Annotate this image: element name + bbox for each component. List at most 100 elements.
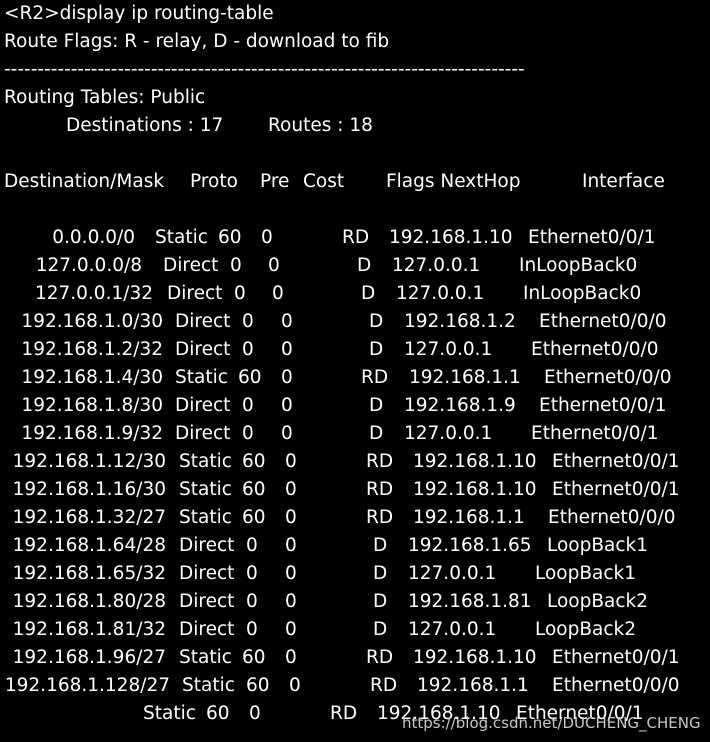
cell-pre: 0 — [246, 619, 258, 640]
table-row: 192.168.1.81/32 Direct 0 0 D 127.0.0.1 LoopBac… — [0, 616, 710, 644]
cell-nexthop: 192.168.1.2 — [404, 311, 516, 332]
cell-destination: 192.168.1.81/32 — [12, 619, 166, 640]
cell-destination: 192.168.1.4/30 — [21, 367, 163, 388]
table-row: 192.168.1.64/28 Direct 0 0 D 192.168.1.65 Loop… — [0, 532, 710, 560]
cell-pre: 0 — [230, 255, 242, 276]
cell-flags: RD — [366, 507, 394, 528]
cell-cost: 0 — [285, 451, 297, 472]
cell-proto: Static — [155, 227, 208, 248]
cell-nexthop: 192.168.1.10 — [413, 647, 537, 668]
cell-iface: Ethernet0/0/1 — [528, 227, 656, 248]
route-flags-legend: Route Flags: R - relay, D - download to … — [4, 31, 390, 52]
table-row: 192.168.1.65/32 Direct 0 0 D 127.0.0.1 LoopBac… — [0, 560, 710, 588]
table-row: 192.168.1.8/30 Direct 0 0 D 192.168.1.9 Ethern… — [0, 392, 710, 420]
cell-flags: D — [369, 339, 384, 360]
cell-pre: 60 — [246, 675, 270, 696]
cell-destination: 192.168.1.65/32 — [12, 563, 166, 584]
header-flags-nexthop: Flags NextHop — [386, 171, 521, 192]
cell-proto: Static — [179, 451, 232, 472]
table-row: 127.0.0.0/8 Direct 0 0 D 127.0.0.1 InLoopBack0 — [0, 252, 710, 280]
cell-flags: D — [357, 255, 372, 276]
cell-cost: 0 — [272, 283, 284, 304]
cell-destination: 192.168.1.128/27 — [4, 675, 170, 696]
cell-proto: Static — [143, 703, 196, 724]
cell-destination: 192.168.1.64/28 — [12, 535, 166, 556]
cell-flags: RD — [342, 227, 370, 248]
cell-iface: Ethernet0/0/0 — [548, 507, 676, 528]
cell-iface: Ethernet0/0/0 — [544, 367, 672, 388]
cell-iface: LoopBack1 — [547, 535, 649, 556]
cell-nexthop: 192.168.1.1 — [413, 507, 525, 528]
cell-cost: 0 — [285, 507, 297, 528]
table-row: 192.168.1.32/27 Static 60 0 RD 192.168.1.1 Eth… — [0, 504, 710, 532]
cell-destination: 0.0.0.0/0 — [52, 227, 135, 248]
cell-flags: RD — [366, 479, 394, 500]
table-row: 192.168.1.2/32 Direct 0 0 D 127.0.0.1 Ethernet… — [0, 336, 710, 364]
cell-iface: Ethernet0/0/1 — [552, 479, 680, 500]
cell-pre: 0 — [234, 283, 246, 304]
cell-flags: D — [369, 395, 384, 416]
cell-flags: D — [373, 535, 388, 556]
cell-iface: Ethernet0/0/0 — [531, 339, 659, 360]
cell-cost: 0 — [268, 255, 280, 276]
cell-pre: 0 — [242, 423, 254, 444]
cell-proto: Static — [179, 647, 232, 668]
cell-nexthop: 127.0.0.1 — [396, 283, 485, 304]
destinations-count: Destinations : 17 — [66, 115, 224, 136]
cell-nexthop: 192.168.1.81 — [408, 591, 532, 612]
header-destination: Destination/Mask — [4, 171, 165, 192]
cell-nexthop: 192.168.1.1 — [417, 675, 529, 696]
cell-cost: 0 — [285, 563, 297, 584]
cell-nexthop: 127.0.0.1 — [408, 563, 497, 584]
separator-line: ----------------------------------------… — [4, 59, 525, 80]
cell-destination: 192.168.1.12/30 — [12, 451, 166, 472]
cell-nexthop: 192.168.1.65 — [408, 535, 532, 556]
cell-pre: 0 — [242, 395, 254, 416]
cell-flags: D — [373, 563, 388, 584]
cell-iface: Ethernet0/0/1 — [539, 395, 667, 416]
cell-iface: Ethernet0/0/1 — [552, 451, 680, 472]
cell-pre: 0 — [246, 563, 258, 584]
table-row: 192.168.1.80/28 Direct 0 0 D 192.168.1.81 Loop… — [0, 588, 710, 616]
table-row: 192.168.1.4/30 Static 60 0 RD 192.168.1.1 Ethe… — [0, 364, 710, 392]
routes-count: Routes : 18 — [268, 115, 373, 136]
cell-flags: D — [361, 283, 376, 304]
cell-pre: 0 — [242, 339, 254, 360]
cell-destination: 192.168.1.9/32 — [21, 423, 163, 444]
cell-iface: InLoopBack0 — [523, 283, 642, 304]
cell-nexthop: 127.0.0.1 — [404, 423, 493, 444]
cell-nexthop: 192.168.1.1 — [409, 367, 521, 388]
cell-flags: D — [369, 423, 384, 444]
table-row: 192.168.1.96/27 Static 60 0 RD 192.168.1.10 Et… — [0, 644, 710, 672]
cell-cost: 0 — [285, 591, 297, 612]
cell-proto: Static — [182, 675, 235, 696]
cell-destination: 192.168.1.16/30 — [12, 479, 166, 500]
cell-destination: 127.0.0.0/8 — [35, 255, 142, 276]
cell-nexthop: 127.0.0.1 — [392, 255, 481, 276]
routing-table-name: Routing Tables: Public — [4, 87, 206, 108]
cell-destination: 192.168.1.32/27 — [12, 507, 166, 528]
cell-pre: 60 — [238, 367, 262, 388]
cell-proto: Static — [179, 507, 232, 528]
cell-pre: 60 — [242, 507, 266, 528]
cell-iface: Ethernet0/0/0 — [539, 311, 667, 332]
cell-pre: 60 — [242, 479, 266, 500]
cell-flags: D — [373, 619, 388, 640]
cell-proto: Direct — [163, 255, 219, 276]
cell-nexthop: 127.0.0.1 — [404, 339, 493, 360]
cell-cost: 0 — [281, 339, 293, 360]
cell-cost: 0 — [261, 227, 273, 248]
cell-cost: 0 — [249, 703, 261, 724]
cell-flags: RD — [366, 451, 394, 472]
cell-proto: Direct — [179, 535, 235, 556]
cell-proto: Static — [179, 479, 232, 500]
cell-iface: LoopBack2 — [547, 591, 649, 612]
cell-iface: Ethernet0/0/1 — [531, 423, 659, 444]
watermark: https://blog.csdn.net/DUCHENG_CHENG — [402, 714, 701, 732]
cell-nexthop: 127.0.0.1 — [408, 619, 497, 640]
cell-proto: Direct — [175, 339, 231, 360]
cell-pre: 60 — [242, 647, 266, 668]
cell-flags: D — [373, 591, 388, 612]
cell-proto: Direct — [179, 591, 235, 612]
cell-cost: 0 — [285, 535, 297, 556]
